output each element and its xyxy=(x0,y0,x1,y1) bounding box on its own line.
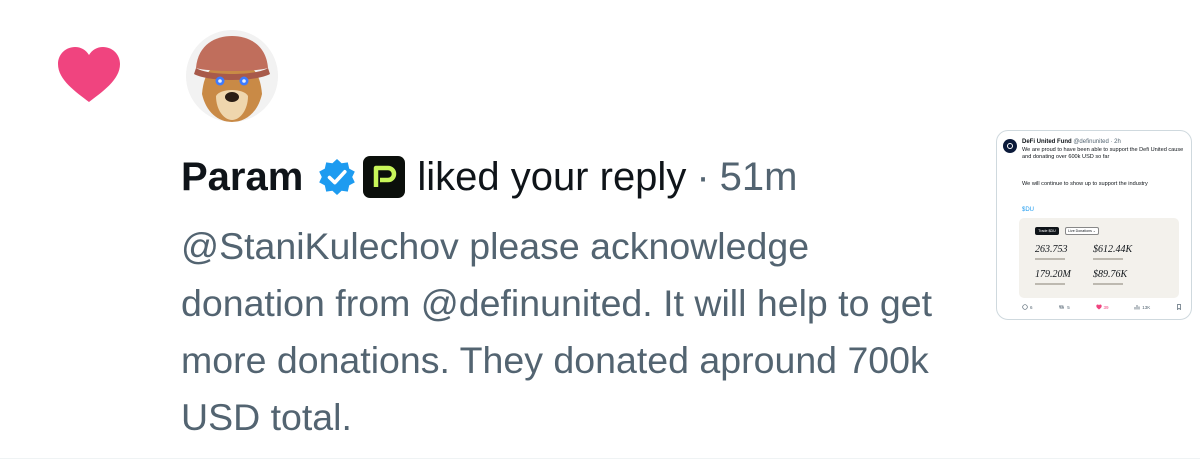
stat-caption xyxy=(1093,258,1123,260)
stat-caption xyxy=(1093,283,1123,285)
like-action: 39 xyxy=(1095,304,1109,310)
thumbnail-author: DeFi United Fund xyxy=(1022,139,1072,145)
stat-value: $612.44K xyxy=(1093,244,1133,255)
repost-icon xyxy=(1059,305,1065,309)
reply-text: @StaniKulechov please acknowledge donati… xyxy=(181,225,933,438)
p-badge-icon xyxy=(363,156,406,198)
thumbnail-actions: 6 5 39 13K xyxy=(1022,304,1182,310)
stat-value: 263.753 xyxy=(1035,244,1068,255)
timestamp: 51m xyxy=(719,154,798,199)
tweet-thumbnail[interactable]: DeFi United Fund @definunited · 2h We ar… xyxy=(996,130,1192,320)
user-name[interactable]: Param xyxy=(181,155,303,200)
dog-avatar-icon xyxy=(186,30,278,122)
trade-button: Trade $DU xyxy=(1035,227,1059,235)
reply-action: 6 xyxy=(1022,304,1033,310)
bookmark-action xyxy=(1176,304,1182,310)
stat-caption xyxy=(1035,283,1065,285)
avatar[interactable] xyxy=(186,30,278,122)
heart-icon xyxy=(58,47,120,102)
thumbnail-handle: @definunited · 2h xyxy=(1073,139,1121,145)
stat-caption xyxy=(1035,258,1065,260)
views-icon xyxy=(1134,305,1140,310)
thumbnail-stats-panel: Trade $DU Live Donations ⌄ 263.753 $612.… xyxy=(1019,218,1179,298)
stat-value: $89.76K xyxy=(1093,269,1128,280)
views-action: 13K xyxy=(1134,304,1150,310)
thumbnail-tag: $DU xyxy=(1022,207,1035,213)
divider xyxy=(0,458,1200,459)
repost-count: 5 xyxy=(1067,304,1070,310)
thumbnail-text-2: We will continue to show up to support t… xyxy=(1022,181,1148,187)
like-icon xyxy=(1095,304,1102,310)
reply-count: 6 xyxy=(1030,304,1033,310)
separator-dot: · xyxy=(696,154,710,199)
thumbnail-header: DeFi United Fund @definunited · 2h xyxy=(1022,139,1121,145)
thumbnail-text-1: We are proud to have been able to suppor… xyxy=(1022,147,1184,160)
views-count: 13K xyxy=(1142,304,1151,310)
notification-headline: Param liked your reply · 51m xyxy=(181,149,797,205)
action-text: liked your reply xyxy=(417,154,687,199)
bookmark-icon xyxy=(1177,304,1181,310)
thumbnail-avatar xyxy=(1003,139,1017,153)
repost-action: 5 xyxy=(1058,304,1070,310)
live-donations-button: Live Donations ⌄ xyxy=(1065,227,1099,235)
stat-value: 179.20M xyxy=(1035,269,1071,280)
like-count: 39 xyxy=(1103,304,1109,310)
reply-icon xyxy=(1022,304,1028,310)
verified-badge-icon xyxy=(319,159,356,195)
